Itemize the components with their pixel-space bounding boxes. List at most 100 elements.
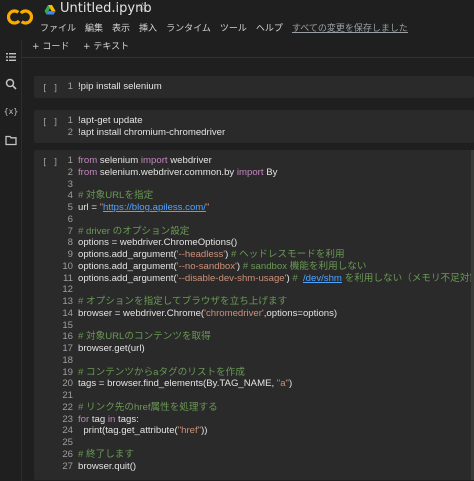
- line-text: # オプションを指定してブラウザを立ち上げます: [78, 296, 287, 308]
- folder-icon[interactable]: [4, 133, 18, 147]
- cell-code[interactable]: 1 !pip install selenium: [62, 81, 162, 93]
- run-cell-button[interactable]: [ ]: [42, 118, 58, 128]
- code-token: tags = browser.find_elements(By.TAG_NAME…: [78, 378, 277, 390]
- line-number: 19: [62, 366, 73, 378]
- code-token: #: [292, 272, 303, 284]
- line-number: 23: [62, 413, 73, 425]
- line-number: 1: [67, 155, 73, 166]
- run-cell-button[interactable]: [ ]: [42, 84, 58, 94]
- code-token: # 終了します: [78, 448, 134, 460]
- menu-tools[interactable]: ツール: [220, 22, 247, 36]
- code-token: # 対象URLのコンテンツを取得: [78, 331, 211, 343]
- toc-icon[interactable]: [4, 50, 18, 64]
- code-token: "a": [276, 378, 289, 390]
- line-number: 9: [67, 249, 73, 260]
- code-line[interactable]: 2 from selenium.webdriver.common.by impor…: [62, 167, 474, 179]
- code-line[interactable]: 15: [62, 320, 474, 332]
- star-icon[interactable]: ☆: [137, 0, 148, 14]
- code-token: # 対象URLを指定: [78, 190, 154, 202]
- code-cell-3[interactable]: [ ] 1 from selenium import webdriver 2 from…: [34, 150, 474, 480]
- notebook-cells: [ ] 1 !pip install selenium [ ] 1 !apt-get…: [22, 58, 474, 481]
- add-text-button[interactable]: + テキスト: [83, 40, 129, 55]
- menu-help[interactable]: ヘルプ: [256, 22, 283, 36]
- code-line[interactable]: 19 # コンテンツからaタグのリストを作成: [62, 367, 474, 379]
- code-token: 'chromedriver': [204, 307, 264, 319]
- line-text: url = "https://blog.apiless.com/": [78, 202, 209, 214]
- line-text: tags = browser.find_elements(By.TAG_NAME…: [78, 378, 292, 390]
- code-line[interactable]: 25: [62, 437, 474, 449]
- line-text: options = webdriver.ChromeOptions(): [78, 237, 237, 249]
- menu-edit[interactable]: 編集: [85, 22, 103, 36]
- code-line[interactable]: 9 options.add_argument('--headless') # ヘッ…: [62, 249, 474, 261]
- colab-logo[interactable]: [7, 6, 33, 28]
- code-cell-2[interactable]: [ ] 1 !apt-get update 2 !apt install chromi…: [34, 110, 474, 143]
- code-line[interactable]: 27 browser.quit(): [62, 461, 474, 473]
- code-line[interactable]: 23 for tag in tags:: [62, 414, 474, 426]
- menu-file[interactable]: ファイル: [40, 22, 76, 36]
- code-cell-1[interactable]: [ ] 1 !pip install selenium: [34, 76, 474, 98]
- line-number: 22: [62, 401, 73, 413]
- line-number: 2: [67, 166, 73, 178]
- code-line[interactable]: 14 browser = webdriver.Chrome('chromedriv…: [62, 308, 474, 320]
- code-line[interactable]: 6: [62, 214, 474, 226]
- line-text: options.add_argument('--disable-dev-shm-…: [78, 273, 474, 285]
- code-link[interactable]: https://blog.apiless.com/: [103, 202, 206, 213]
- line-number: 25: [62, 437, 73, 448]
- code-line[interactable]: 1 !apt-get update: [62, 115, 225, 127]
- code-line[interactable]: 21: [62, 390, 474, 402]
- line-text: # コンテンツからaタグのリストを作成: [78, 367, 245, 379]
- line-number: 5: [67, 202, 73, 213]
- save-status-link[interactable]: すべての変更を保存しました: [292, 22, 408, 36]
- code-line[interactable]: 16 # 対象URLのコンテンツを取得: [62, 331, 474, 343]
- cell-code[interactable]: 1 from selenium import webdriver 2 from sel…: [62, 155, 474, 472]
- menu-runtime[interactable]: ランタイム: [166, 22, 211, 36]
- code-token: import: [236, 166, 264, 178]
- line-number: 16: [62, 331, 73, 343]
- code-token: # sandbox 機能を利用しない: [242, 260, 367, 272]
- code-token: options.add_argument(: [78, 272, 177, 284]
- search-icon[interactable]: [4, 77, 18, 91]
- line-number: 11: [63, 272, 73, 284]
- sidebar: {x}: [0, 40, 22, 481]
- code-line[interactable]: 3: [62, 179, 474, 191]
- code-line[interactable]: 17 browser.get(url): [62, 343, 474, 355]
- code-line[interactable]: 1 !pip install selenium: [62, 81, 162, 93]
- line-text: # リンク先のhref属性を処理する: [78, 402, 218, 414]
- line-text: options.add_argument('--headless') # ヘッド…: [78, 249, 345, 261]
- code-line[interactable]: 4 # 対象URLを指定: [62, 190, 474, 202]
- line-number: 18: [62, 354, 73, 366]
- code-line[interactable]: 12: [62, 284, 474, 296]
- code-token: By: [263, 166, 278, 178]
- code-line[interactable]: 26 # 終了します: [62, 449, 474, 461]
- code-token: ): [288, 378, 293, 390]
- code-line[interactable]: 22 # リンク先のhref属性を処理する: [62, 402, 474, 414]
- code-token: "href": [177, 425, 202, 437]
- menu-insert[interactable]: 挿入: [139, 22, 157, 36]
- code-line[interactable]: 8 options = webdriver.ChromeOptions(): [62, 237, 474, 249]
- code-link[interactable]: /dev/shm: [303, 273, 342, 284]
- variables-icon[interactable]: {x}: [4, 104, 18, 118]
- line-text: browser.quit(): [78, 461, 136, 473]
- code-line[interactable]: 2 !apt install chromium-chromedriver: [62, 127, 226, 139]
- code-line[interactable]: 13 # オプションを指定してブラウザを立ち上げます: [62, 296, 474, 308]
- line-number: 21: [62, 390, 73, 401]
- code-line[interactable]: 1 from selenium import webdriver: [62, 155, 474, 167]
- menu-view[interactable]: 表示: [112, 22, 130, 36]
- add-code-button[interactable]: + コード: [32, 40, 69, 55]
- line-number: 15: [62, 319, 73, 331]
- code-token: ,options=options): [263, 307, 338, 319]
- cell-code[interactable]: 1 !apt-get update 2 !apt install chromium-c…: [62, 115, 226, 139]
- code-line[interactable]: 20 tags = browser.find_elements(By.TAG_NA…: [62, 378, 474, 390]
- code-line[interactable]: 5 url = "https://blog.apiless.com/": [62, 202, 474, 214]
- code-token: print(tag.get_attribute(: [78, 425, 178, 437]
- code-line[interactable]: 7 # driver のオプション設定: [62, 226, 474, 238]
- code-line[interactable]: 11 options.add_argument('--disable-dev-sh…: [62, 273, 474, 285]
- code-token: '--headless': [176, 249, 226, 260]
- code-line[interactable]: 24 print(tag.get_attribute("href")): [62, 425, 474, 437]
- code-line[interactable]: 10 options.add_argument('--no-sandbox') #…: [62, 261, 474, 273]
- line-text: for tag in tags:: [78, 414, 139, 426]
- code-token: from: [78, 155, 98, 166]
- code-token: options.add_argument(: [78, 249, 177, 260]
- run-cell-button[interactable]: [ ]: [42, 158, 58, 168]
- code-line[interactable]: 18: [62, 355, 474, 367]
